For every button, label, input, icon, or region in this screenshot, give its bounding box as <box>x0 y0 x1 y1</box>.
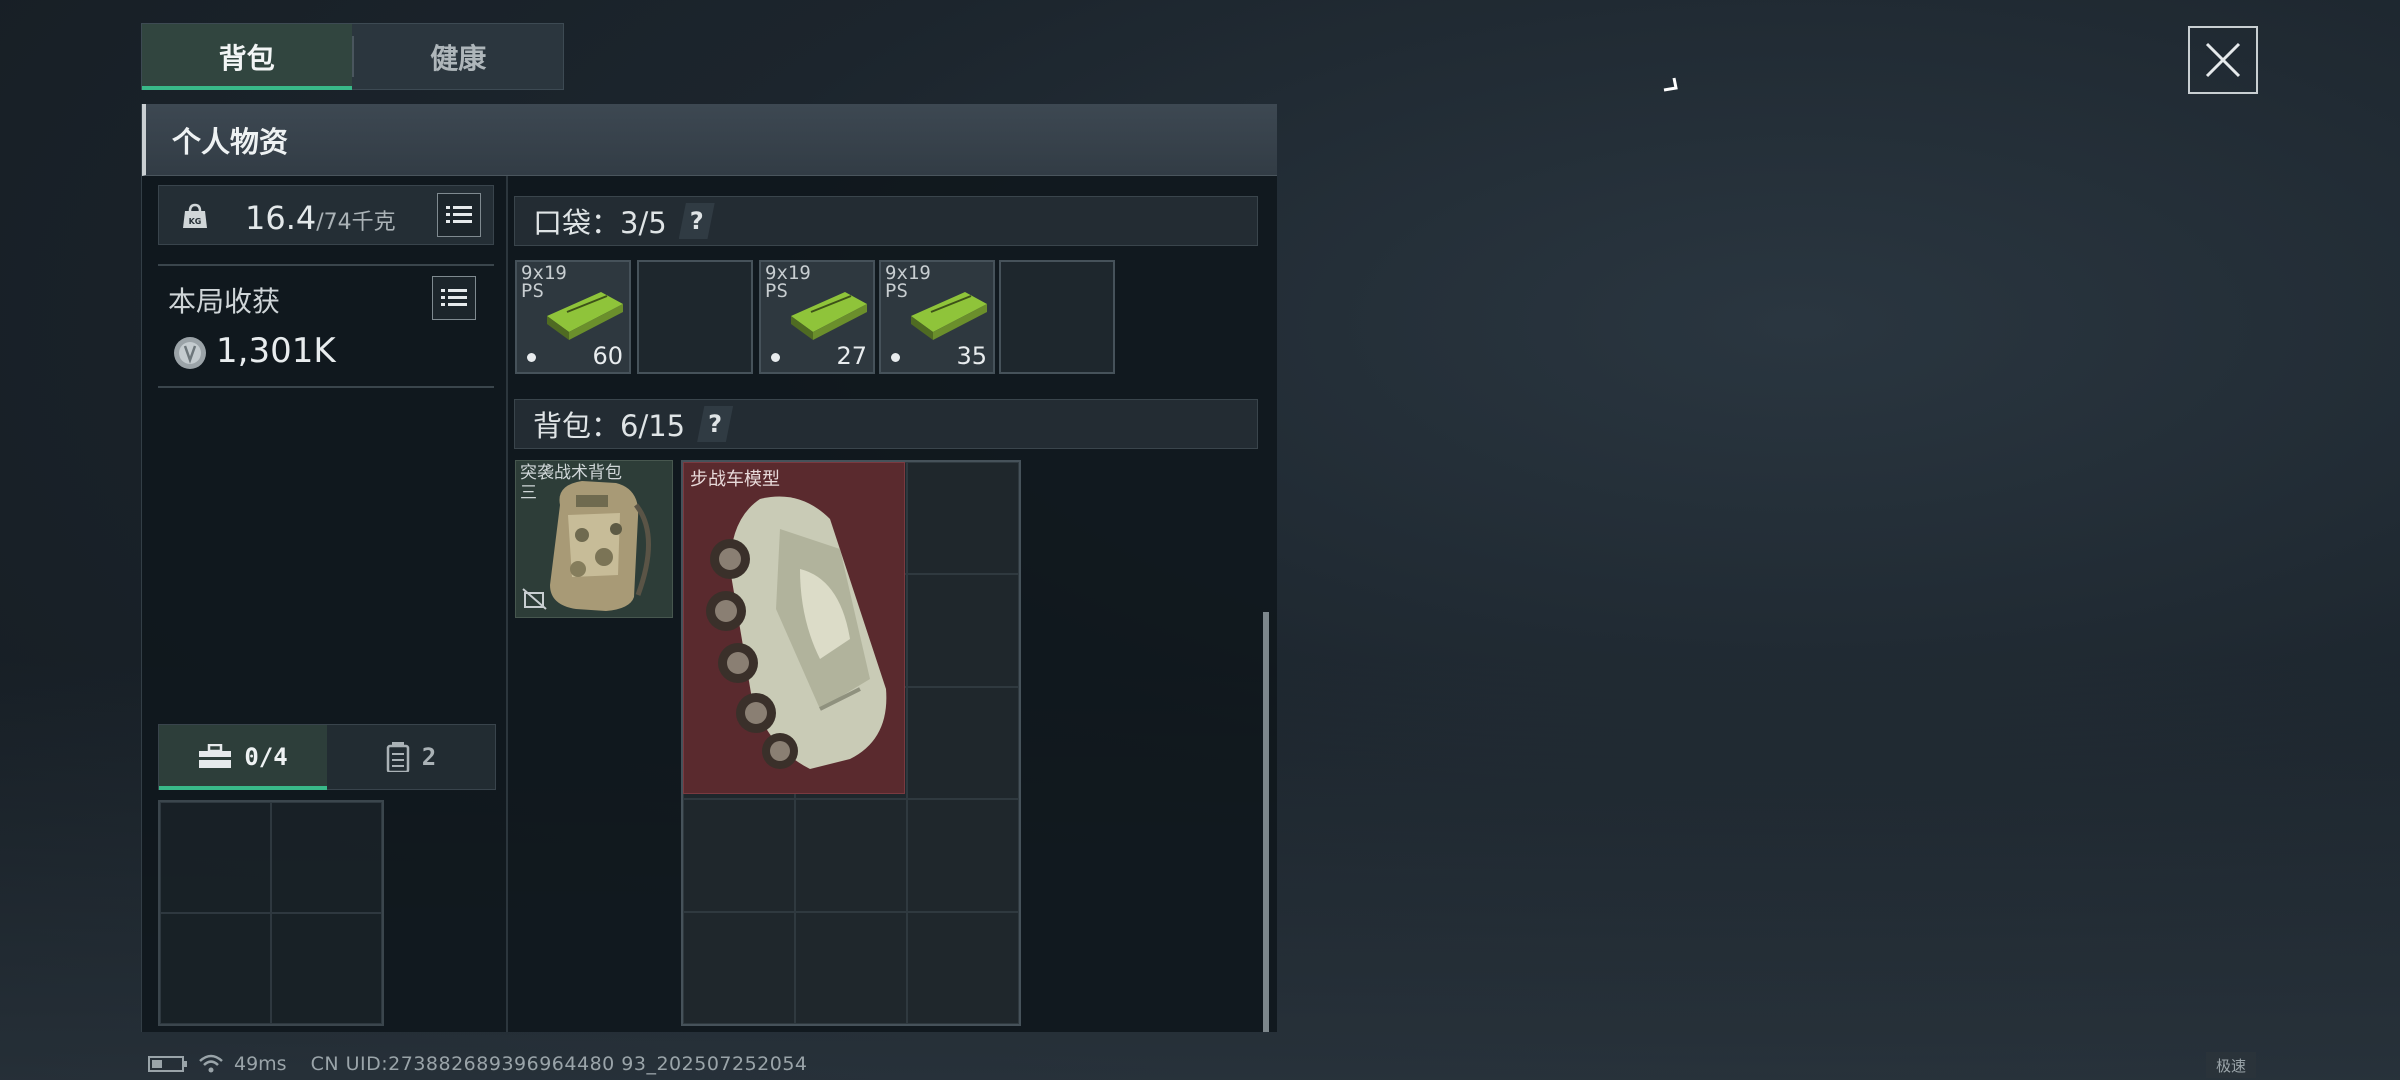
pocket-header: 口袋：3/5 ? <box>514 196 1258 246</box>
ammo-box-icon <box>547 292 623 340</box>
pocket-slot-empty[interactable] <box>637 260 753 374</box>
harvest-title: 本局收获 <box>168 285 281 318</box>
grid-cell[interactable] <box>271 913 382 1024</box>
status-dot <box>771 353 780 362</box>
weight-icon: KG <box>183 203 207 228</box>
pocket-slot-ammo[interactable]: 9x19 PS 35 <box>879 260 995 374</box>
inventory-panel: 个人物资 KG 16.4/74千克 本局收获 1,301K 0/4 2 口袋：3… <box>141 104 1277 1032</box>
divider <box>158 386 494 388</box>
weight-box: KG 16.4/74千克 <box>158 185 494 245</box>
canister-icon <box>386 742 410 772</box>
grid-cell[interactable] <box>907 911 1019 1024</box>
top-tabs: 背包 健康 <box>141 23 564 90</box>
pocket-help-button[interactable]: ? <box>678 203 715 239</box>
close-button[interactable] <box>2188 26 2258 94</box>
armored-vehicle-icon <box>706 496 887 769</box>
pocket-slot-empty[interactable] <box>999 260 1115 374</box>
grid-cell[interactable] <box>907 574 1019 687</box>
scrollbar[interactable] <box>1263 612 1269 1032</box>
pocket-slot-ammo[interactable]: 9x19 PS 27 <box>759 260 875 374</box>
uid-text: CN UID:273882689396964480 93_20250725205… <box>310 1053 808 1075</box>
backpack-label: 背包：6/15 <box>533 409 686 443</box>
toolbox-count: 0/4 <box>244 743 288 771</box>
speed-badge: 极速 <box>2206 1052 2256 1078</box>
grid-cell[interactable] <box>160 913 271 1024</box>
safe-box-grid <box>158 800 384 1026</box>
harvest-list-button[interactable] <box>432 276 476 320</box>
vehicle-model-item[interactable]: 步战车模型 <box>683 462 905 794</box>
grid-cell[interactable] <box>271 802 382 913</box>
weight-list-button[interactable] <box>437 193 481 237</box>
item-qty: 60 <box>592 342 623 370</box>
grid-cell[interactable] <box>907 462 1019 575</box>
personal-summary: KG 16.4/74千克 本局收获 1,301K 0/4 2 <box>142 176 508 1032</box>
weight-max: /74千克 <box>316 210 396 235</box>
wifi-icon <box>199 1054 223 1073</box>
backpack-help-button[interactable]: ? <box>697 406 734 442</box>
ammo-box-icon <box>791 292 867 340</box>
tab-backpack[interactable]: 背包 <box>142 24 352 90</box>
harvest-value: 1,301K <box>216 331 336 371</box>
grid-cell[interactable] <box>160 802 271 913</box>
tab-toolbox[interactable]: 0/4 <box>159 725 327 790</box>
item-qty: 35 <box>956 342 987 370</box>
tab-canister[interactable]: 2 <box>327 725 495 789</box>
status-dot <box>891 353 900 362</box>
svg-text:KG: KG <box>189 217 202 226</box>
item-name: 步战车模型 <box>690 469 780 490</box>
grid-cell[interactable] <box>907 686 1019 800</box>
ping-value: 49ms <box>234 1053 287 1075</box>
equipped-backpack-item[interactable]: 突袭战术背包 三 <box>515 460 673 618</box>
no-insure-icon <box>522 588 547 610</box>
canister-count: 2 <box>421 743 437 771</box>
list-icon <box>446 206 472 223</box>
close-icon <box>2205 42 2241 78</box>
pocket-slot-ammo[interactable]: 9x19 PS 60 <box>515 260 631 374</box>
cursor-icon <box>1663 77 1678 92</box>
pocket-label: 口袋：3/5 <box>533 206 667 240</box>
grid-cell[interactable] <box>795 799 907 912</box>
panel-title: 个人物资 <box>142 104 1277 176</box>
list-icon <box>441 289 467 306</box>
item-qty: 27 <box>836 342 867 370</box>
status-bar: 49ms CN UID:273882689396964480 93_202507… <box>148 1052 808 1076</box>
toolbox-icon <box>199 744 232 768</box>
grid-cell[interactable] <box>683 799 795 912</box>
coin-icon <box>174 337 206 369</box>
battery-icon <box>148 1056 187 1072</box>
grid-cell[interactable] <box>795 911 907 1024</box>
backpack-header: 背包：6/15 ? <box>514 399 1258 449</box>
grid-cell[interactable] <box>683 911 795 1024</box>
grid-cell[interactable] <box>907 799 1019 912</box>
container-tabs: 0/4 2 <box>158 724 496 790</box>
divider <box>158 264 494 266</box>
weight-value: 16.4/74千克 <box>245 199 396 237</box>
status-dot <box>527 353 536 362</box>
ammo-box-icon <box>911 292 987 340</box>
weight-current: 16.4 <box>245 199 317 237</box>
tab-health[interactable]: 健康 <box>354 24 564 89</box>
